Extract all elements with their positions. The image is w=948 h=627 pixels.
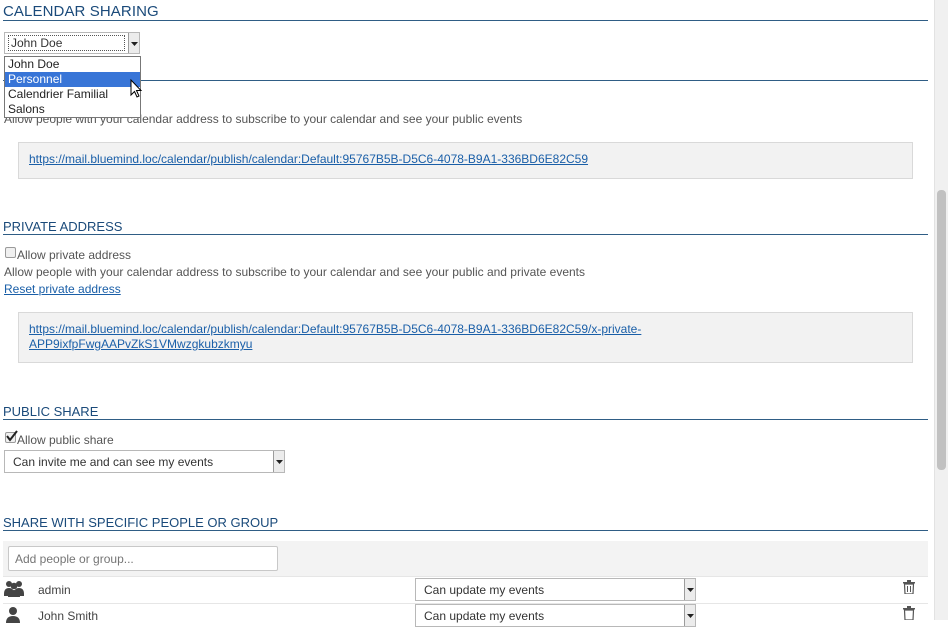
reset-private-address-link[interactable]: Reset private address xyxy=(4,282,121,296)
share-row-name: admin xyxy=(38,583,71,597)
specific-share-heading: SHARE WITH SPECIFIC PEOPLE OR GROUP xyxy=(3,515,279,530)
page-title: CALENDAR SHARING xyxy=(3,3,159,20)
private-address-divider xyxy=(3,234,928,235)
public-url-link[interactable]: https://mail.bluemind.loc/calendar/publi… xyxy=(29,152,588,166)
share-row-permission-select[interactable]: Can update my events xyxy=(415,578,696,601)
allow-public-share-label: Allow public share xyxy=(17,433,114,447)
trash-icon[interactable] xyxy=(903,580,915,594)
private-url-link[interactable]: https://mail.bluemind.loc/calendar/publi… xyxy=(29,322,902,337)
allow-private-label: Allow private address xyxy=(17,248,132,262)
public-share-divider xyxy=(3,419,928,420)
scrollbar-thumb[interactable] xyxy=(937,190,946,470)
share-row-permission-select[interactable]: Can update my events xyxy=(415,604,696,627)
share-row-permission-value: Can update my events xyxy=(424,583,545,597)
share-row-divider xyxy=(3,576,928,577)
user-icon xyxy=(6,607,20,623)
calendar-select[interactable]: John Doe xyxy=(4,32,140,54)
share-row-permission-value: Can update my events xyxy=(424,609,545,623)
trash-icon[interactable] xyxy=(903,606,915,620)
mouse-cursor-icon xyxy=(130,79,143,98)
allow-private-checkbox[interactable] xyxy=(5,247,16,258)
add-people-input[interactable] xyxy=(8,546,278,571)
private-address-heading: PRIVATE ADDRESS xyxy=(3,219,123,234)
title-divider xyxy=(3,20,928,21)
public-share-permission-select[interactable]: Can invite me and can see my events xyxy=(4,450,285,473)
calendar-option-selected[interactable]: Personnel xyxy=(5,72,140,87)
vertical-scrollbar[interactable] xyxy=(934,0,948,620)
calendar-dropdown-list: John Doe Personnel Calendrier Familial S… xyxy=(4,56,141,118)
calendar-option[interactable]: Calendrier Familial xyxy=(5,87,140,102)
private-url-link-continued[interactable]: APP9ixfpFwgAAPvZkS1VMwzgkubzkmyu xyxy=(29,337,902,352)
calendar-option[interactable]: Salons xyxy=(5,102,140,117)
specific-share-divider xyxy=(3,530,928,531)
chevron-down-icon[interactable] xyxy=(273,451,284,472)
public-share-permission-value: Can invite me and can see my events xyxy=(13,455,214,469)
calendar-select-value: John Doe xyxy=(8,35,125,51)
public-share-heading: PUBLIC SHARE xyxy=(3,404,99,419)
group-icon xyxy=(4,581,24,597)
chevron-down-icon[interactable] xyxy=(684,605,695,626)
private-url-box: https://mail.bluemind.loc/calendar/publi… xyxy=(18,312,913,363)
private-address-description: Allow people with your calendar address … xyxy=(4,265,586,279)
public-url-box: https://mail.bluemind.loc/calendar/publi… xyxy=(18,142,913,179)
allow-public-share-checkbox[interactable] xyxy=(5,430,18,443)
chevron-down-icon[interactable] xyxy=(684,579,695,600)
calendar-option[interactable]: John Doe xyxy=(5,57,140,72)
chevron-down-icon[interactable] xyxy=(128,33,139,53)
share-row-name: John Smith xyxy=(38,609,99,623)
